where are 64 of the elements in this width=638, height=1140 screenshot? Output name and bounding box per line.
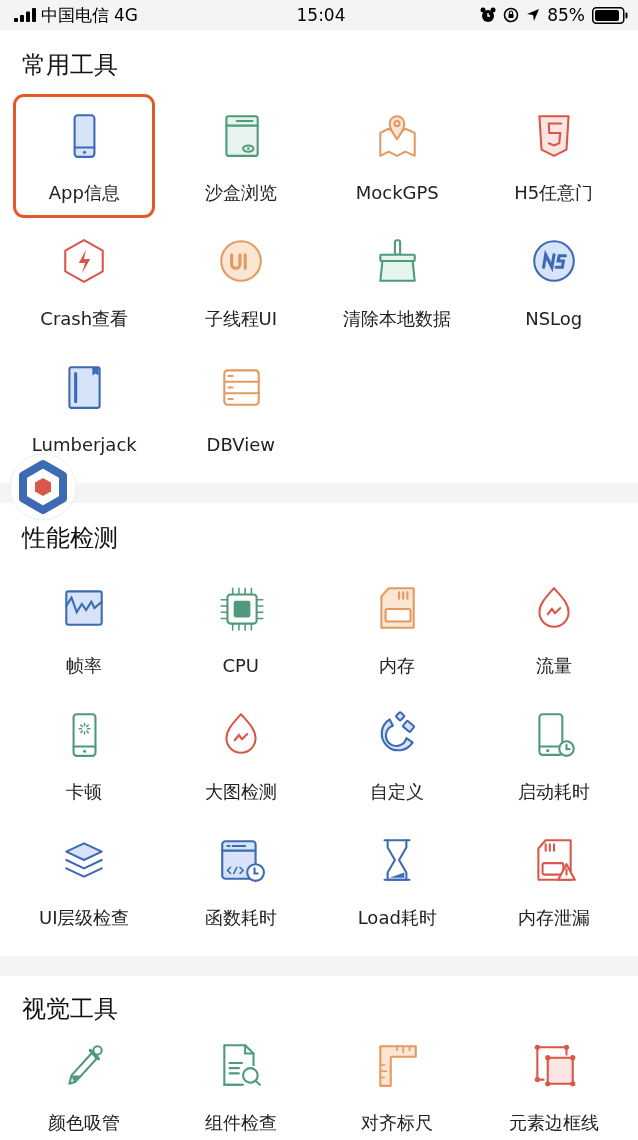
battery-icon	[592, 6, 628, 24]
tool-item[interactable]: 函数耗时	[169, 819, 312, 943]
tool-item[interactable]: 颜色吸管	[13, 1024, 156, 1140]
tool-item[interactable]: 自定义	[326, 693, 469, 817]
tool-item[interactable]: 启动耗时	[482, 693, 625, 817]
tool-item[interactable]: 沙盒浏览	[169, 94, 312, 218]
tool-label: H5任意门	[514, 182, 594, 204]
tool-item[interactable]: UI层级检查	[13, 819, 156, 943]
tool-item[interactable]: 子线程UI	[169, 220, 312, 344]
tool-item[interactable]: Lumberjack	[13, 346, 156, 470]
tool-label: 元素边框线	[508, 1112, 599, 1134]
tool-item[interactable]: Load耗时	[326, 819, 469, 943]
network-type: 4G	[114, 5, 138, 25]
signal-icon	[14, 8, 36, 22]
tool-label: Lumberjack	[31, 434, 137, 456]
tool-item[interactable]: 帧率	[13, 567, 156, 691]
tool-label: 自定义	[370, 781, 425, 803]
tool-label: 清除本地数据	[343, 308, 452, 330]
carrier-name: 中国电信	[41, 3, 109, 27]
tool-label: NSLog	[525, 308, 583, 330]
section-title: 视觉工具	[22, 994, 119, 1024]
tool-label: 内存泄漏	[517, 907, 590, 929]
tool-item[interactable]: App信息	[13, 94, 156, 218]
battery-percent: 85%	[547, 5, 585, 25]
clock-time: 15:04	[296, 5, 346, 25]
tool-item[interactable]: 卡顿	[13, 693, 156, 817]
section-title: 性能检测	[22, 523, 119, 553]
tool-item[interactable]: 对齐标尺	[326, 1024, 469, 1140]
tool-item[interactable]: 大图检测	[169, 693, 312, 817]
alarm-icon	[480, 7, 497, 23]
tool-label: CPU	[222, 655, 260, 677]
tool-item[interactable]: DBView	[169, 346, 312, 470]
tool-label: 颜色吸管	[48, 1112, 121, 1134]
tool-label: App信息	[48, 182, 120, 204]
location-arrow-icon	[526, 8, 541, 22]
tool-label: 组件检查	[204, 1112, 277, 1134]
tool-label: 卡顿	[66, 781, 103, 803]
tool-label: 对齐标尺	[361, 1112, 434, 1134]
tool-item[interactable]: CPU	[169, 567, 312, 691]
tool-item[interactable]: Crash查看	[13, 220, 156, 344]
tool-label: UI层级检查	[39, 907, 130, 929]
tool-label: Crash查看	[40, 308, 129, 330]
tool-label: MockGPS	[355, 182, 439, 204]
tool-label: 帧率	[66, 655, 103, 677]
tool-item[interactable]: 组件检查	[169, 1024, 312, 1140]
tool-label: 内存	[379, 655, 416, 677]
tool-label: 启动耗时	[517, 781, 590, 803]
tool-label: DBView	[206, 434, 275, 456]
tool-label: 流量	[535, 655, 572, 677]
tool-item[interactable]: NSLog	[482, 220, 625, 344]
section-title: 常用工具	[22, 50, 119, 80]
tool-item[interactable]: 内存泄漏	[482, 819, 625, 943]
rotation-lock-icon	[503, 7, 520, 23]
tool-item[interactable]: 清除本地数据	[326, 220, 469, 344]
tool-item[interactable]: 元素边框线	[482, 1024, 625, 1140]
tool-label: 函数耗时	[204, 907, 277, 929]
tool-label: 子线程UI	[204, 308, 277, 330]
tool-item[interactable]: H5任意门	[482, 94, 625, 218]
tool-label: 沙盒浏览	[204, 182, 277, 204]
tool-label: 大图检测	[204, 781, 277, 803]
tool-label: Load耗时	[357, 907, 437, 929]
tool-item[interactable]: 流量	[482, 567, 625, 691]
tool-item[interactable]: 内存	[326, 567, 469, 691]
tool-item[interactable]: MockGPS	[326, 94, 469, 218]
